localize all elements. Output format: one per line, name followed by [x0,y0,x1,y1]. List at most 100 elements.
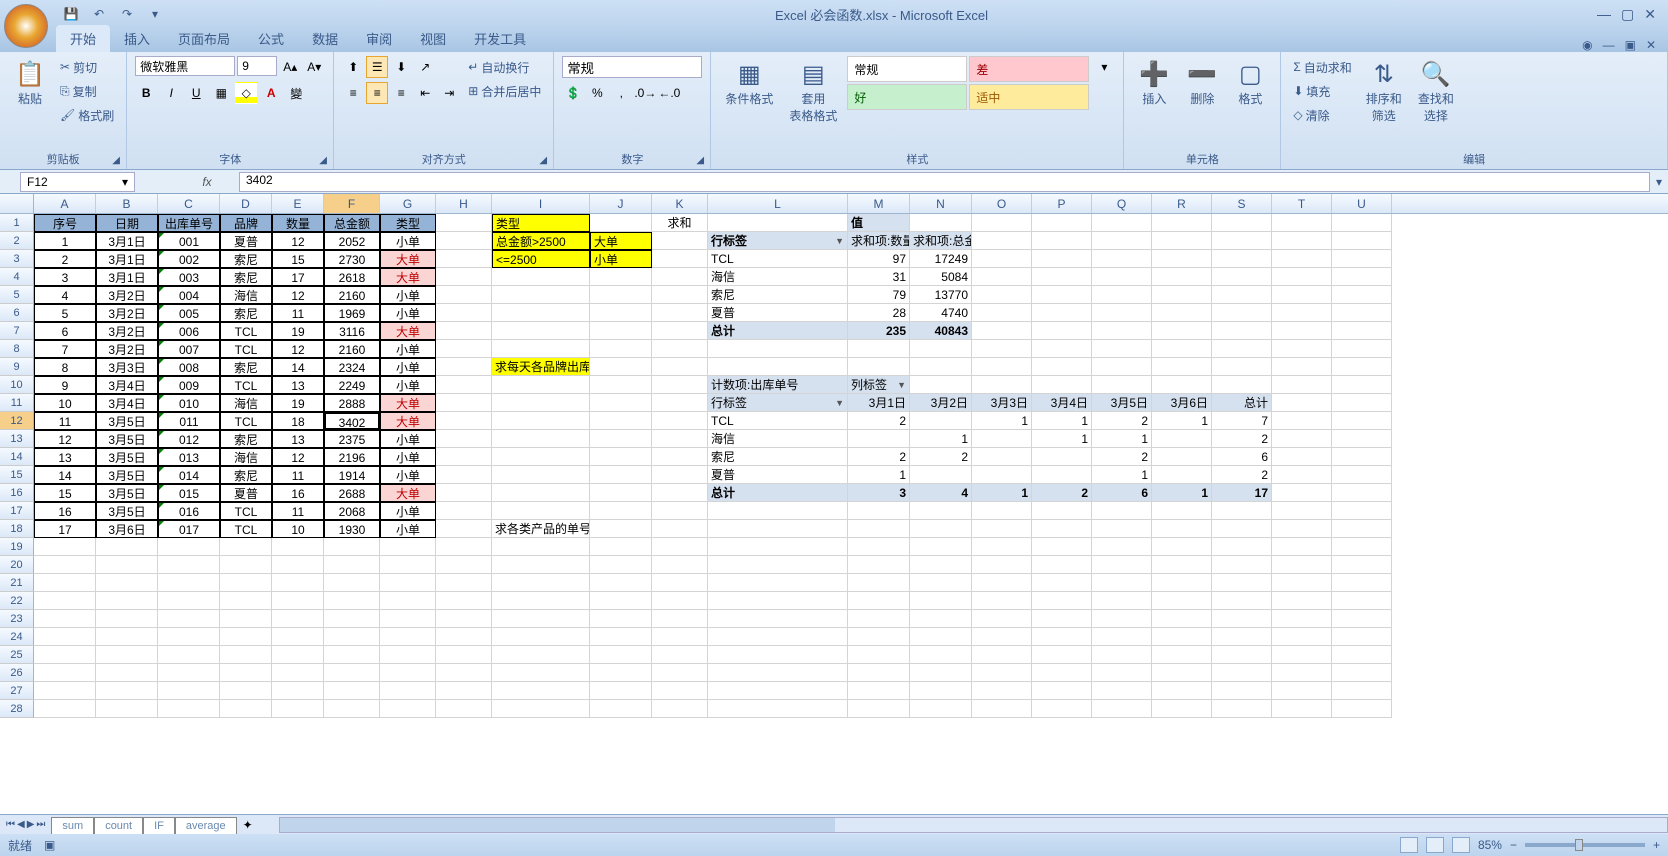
italic-button[interactable]: I [160,82,182,104]
cell-H20[interactable] [436,556,492,574]
cell-J9[interactable] [590,358,652,376]
cell-I11[interactable] [492,394,590,412]
cell-K6[interactable] [652,304,708,322]
cell-R10[interactable] [1152,376,1212,394]
cell-U28[interactable] [1332,700,1392,718]
cell-D23[interactable] [220,610,272,628]
cell-B2[interactable]: 3月1日 [96,232,158,250]
cell-M8[interactable] [848,340,910,358]
cell-L9[interactable] [708,358,848,376]
cell-I13[interactable] [492,430,590,448]
cell-U6[interactable] [1332,304,1392,322]
cell-I14[interactable] [492,448,590,466]
cell-C22[interactable] [158,592,220,610]
cell-H23[interactable] [436,610,492,628]
cell-R28[interactable] [1152,700,1212,718]
cell-M13[interactable] [848,430,910,448]
cell-K10[interactable] [652,376,708,394]
cell-U3[interactable] [1332,250,1392,268]
cell-K4[interactable] [652,268,708,286]
cell-N21[interactable] [910,574,972,592]
cell-F25[interactable] [324,646,380,664]
cell-E18[interactable]: 10 [272,520,324,538]
cell-P8[interactable] [1032,340,1092,358]
cell-H9[interactable] [436,358,492,376]
cell-E7[interactable]: 19 [272,322,324,340]
cell-G7[interactable]: 大单 [380,322,436,340]
cell-H10[interactable] [436,376,492,394]
cell-S22[interactable] [1212,592,1272,610]
cell-S13[interactable]: 2 [1212,430,1272,448]
cell-L24[interactable] [708,628,848,646]
font-size-input[interactable] [237,56,277,76]
cell-M26[interactable] [848,664,910,682]
currency-icon[interactable]: 💲 [562,82,584,104]
cell-J24[interactable] [590,628,652,646]
bold-button[interactable]: B [135,82,157,104]
sheet-tab-IF[interactable]: IF [143,817,175,834]
cell-B23[interactable] [96,610,158,628]
cell-S5[interactable] [1212,286,1272,304]
cell-S10[interactable] [1212,376,1272,394]
cell-N3[interactable]: 17249 [910,250,972,268]
cell-H5[interactable] [436,286,492,304]
cell-D9[interactable]: 索尼 [220,358,272,376]
cell-M21[interactable] [848,574,910,592]
cell-R14[interactable] [1152,448,1212,466]
cell-Q1[interactable] [1092,214,1152,232]
cell-P7[interactable] [1032,322,1092,340]
cell-H6[interactable] [436,304,492,322]
align-center-icon[interactable]: ≡ [366,82,388,104]
cell-N8[interactable] [910,340,972,358]
cell-D20[interactable] [220,556,272,574]
clear-button[interactable]: ◇清除 [1289,104,1355,126]
cell-C20[interactable] [158,556,220,574]
col-header-J[interactable]: J [590,194,652,213]
border-button[interactable]: ▦ [210,82,232,104]
tab-数据[interactable]: 数据 [298,25,352,52]
row-header-14[interactable]: 14 [0,448,34,466]
cell-U12[interactable] [1332,412,1392,430]
cell-B7[interactable]: 3月2日 [96,322,158,340]
cell-I24[interactable] [492,628,590,646]
cell-L26[interactable] [708,664,848,682]
cell-R27[interactable] [1152,682,1212,700]
cell-D14[interactable]: 海信 [220,448,272,466]
spreadsheet-grid[interactable]: ABCDEFGHIJKLMNOPQRSTU 1序号日期出库单号品牌数量总金额类型… [0,194,1668,814]
cell-I2[interactable]: 总金额>2500 [492,232,590,250]
cell-F27[interactable] [324,682,380,700]
cell-I3[interactable]: <=2500 [492,250,590,268]
row-header-21[interactable]: 21 [0,574,34,592]
number-format-select[interactable] [562,56,702,78]
cell-E12[interactable]: 18 [272,412,324,430]
cell-E1[interactable]: 数量 [272,214,324,232]
cell-O13[interactable] [972,430,1032,448]
macro-icon[interactable]: ▣ [44,838,55,852]
cell-R12[interactable]: 1 [1152,412,1212,430]
merge-button[interactable]: ⊞合并后居中 [464,80,545,102]
painter-button[interactable]: 🖌格式刷 [56,104,118,126]
underline-button[interactable]: U [185,82,207,104]
cell-C8[interactable]: 007 [158,340,220,358]
cell-H12[interactable] [436,412,492,430]
cell-R24[interactable] [1152,628,1212,646]
cell-G4[interactable]: 大单 [380,268,436,286]
cell-K25[interactable] [652,646,708,664]
cell-C25[interactable] [158,646,220,664]
cell-H28[interactable] [436,700,492,718]
table-format-button[interactable]: ▤套用 表格格式 [783,56,843,149]
cell-T24[interactable] [1272,628,1332,646]
cell-T28[interactable] [1272,700,1332,718]
cell-Q13[interactable]: 1 [1092,430,1152,448]
col-header-G[interactable]: G [380,194,436,213]
cell-N16[interactable]: 4 [910,484,972,502]
cell-B25[interactable] [96,646,158,664]
cell-B24[interactable] [96,628,158,646]
cell-R22[interactable] [1152,592,1212,610]
sheet-nav-first-icon[interactable]: ⏮ [6,819,15,830]
cell-N17[interactable] [910,502,972,520]
cell-O8[interactable] [972,340,1032,358]
cell-U4[interactable] [1332,268,1392,286]
cell-L16[interactable]: 总计 [708,484,848,502]
cell-P23[interactable] [1032,610,1092,628]
